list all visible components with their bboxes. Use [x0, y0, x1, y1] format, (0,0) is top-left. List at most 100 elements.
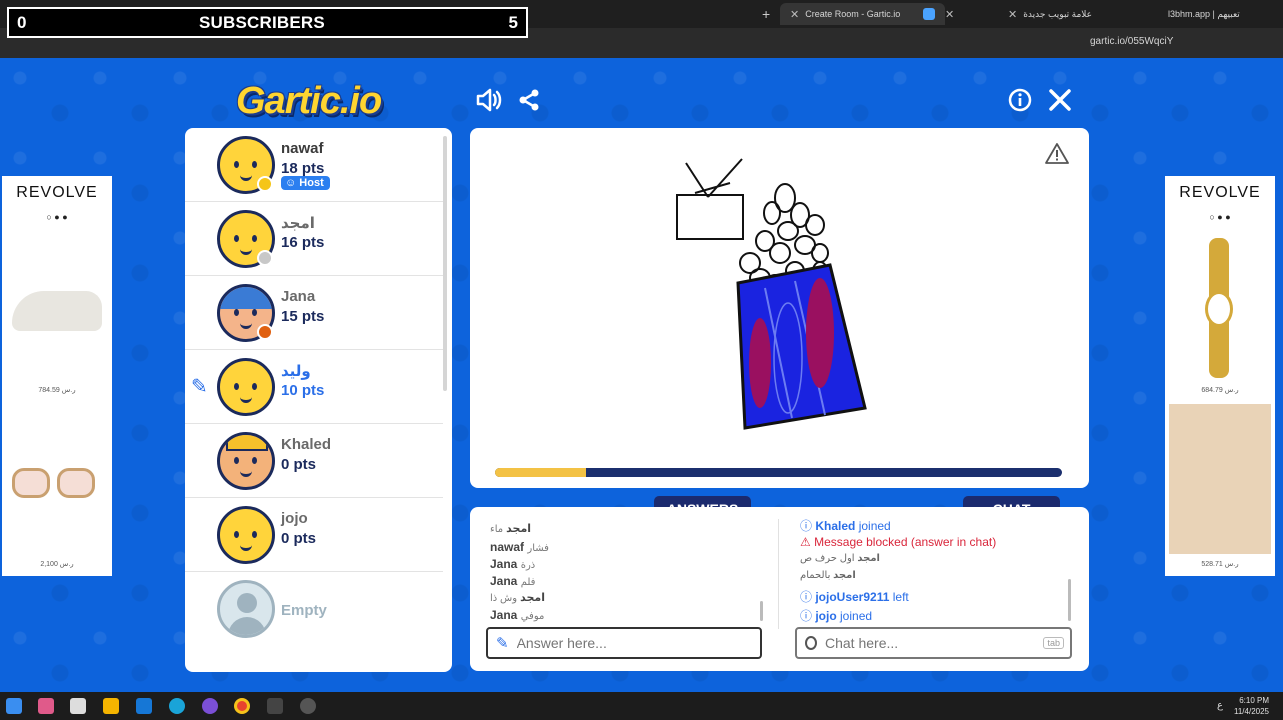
player-points: 0 pts	[281, 530, 317, 547]
edge-icon[interactable]	[169, 698, 185, 714]
app-icon[interactable]	[38, 698, 54, 714]
share-icon[interactable]	[515, 86, 543, 114]
tab-title: Create Room - Gartic.io	[805, 9, 901, 19]
tab-l3bhm[interactable]: l3bhm.app | تعبيهم	[1168, 4, 1278, 24]
player-row: Jana 15 pts	[185, 276, 443, 350]
ad-carousel-dots: ○ ● ●	[46, 212, 68, 222]
tab-close-extra[interactable]: ✕	[945, 4, 954, 24]
drawing-canvas[interactable]	[470, 128, 1089, 488]
ad-banner-right[interactable]: REVOLVE ○ ● ● 684.79 ر.س 528.71 ر.س	[1165, 176, 1275, 576]
chat-input[interactable]	[825, 635, 1044, 651]
player-points: 0 pts	[281, 456, 317, 473]
subscriber-count: 5	[508, 12, 518, 32]
clock-time: 6:10 PM	[1239, 696, 1269, 705]
gartic-favicon	[923, 8, 935, 20]
chat-user: امجد	[857, 553, 880, 564]
close-icon[interactable]: ✕	[790, 8, 799, 21]
file-explorer-icon[interactable]	[103, 698, 119, 714]
answer-user: Jana	[490, 574, 518, 588]
info-icon[interactable]	[1006, 86, 1034, 114]
ad-brand: REVOLVE	[1179, 184, 1261, 201]
close-icon[interactable]	[1046, 86, 1074, 114]
list-item: امجد ماء	[490, 522, 531, 535]
answer-field[interactable]: ✎	[486, 627, 762, 659]
input-language[interactable]: ع	[1217, 700, 1223, 711]
chat-scrollbar[interactable]	[1068, 579, 1071, 621]
player-row: nawaf 18 pts ☺ Host	[185, 128, 443, 202]
chat-user: امجد	[833, 570, 856, 581]
player-row: Khaled 0 pts	[185, 424, 443, 498]
status-dot	[257, 176, 273, 192]
players-scrollbar[interactable]	[443, 136, 447, 391]
chrome-icon[interactable]	[234, 698, 250, 714]
player-points: 18 pts	[281, 160, 325, 177]
app-icon[interactable]	[70, 698, 86, 714]
empty-avatar-icon	[217, 580, 275, 638]
answer-text: ماء	[490, 524, 504, 535]
avatar	[217, 358, 275, 416]
player-points: 15 pts	[281, 308, 325, 325]
subscriber-counter-overlay: 0 SUBSCRIBERS 5	[7, 7, 528, 38]
app-icon[interactable]	[267, 698, 283, 714]
list-item: امجد اول حرف ص	[800, 553, 880, 564]
close-icon[interactable]: ✕	[1008, 8, 1017, 21]
windows-start-icon[interactable]	[6, 698, 22, 714]
empty-slot: Empty	[185, 572, 443, 646]
answer-text: موفي	[520, 611, 545, 622]
player-name: nawaf	[281, 140, 324, 157]
gartic-logo: Gartic.io	[236, 80, 382, 122]
status-dot	[257, 250, 273, 266]
system-clock[interactable]: 6:10 PM 11/4/2025	[1234, 695, 1269, 717]
answer-user: nawaf	[490, 540, 525, 554]
ad-price: 684.79 ر.س	[1201, 387, 1239, 394]
chat-text: بالحمام	[800, 570, 831, 581]
ad-carousel-dots: ○ ● ●	[1209, 212, 1231, 222]
outlook-icon[interactable]	[136, 698, 152, 714]
panel-divider	[778, 519, 779, 629]
list-item: Jana ذرة	[490, 557, 535, 571]
chat-user: Khaled	[815, 519, 856, 533]
player-name: امجد	[281, 215, 315, 232]
round-timer-fill	[495, 468, 586, 477]
tab-new[interactable]: ✕ علامة تبويب جديدة	[1008, 4, 1118, 24]
chat-bubble-icon	[805, 636, 817, 650]
report-warning-icon[interactable]	[1045, 142, 1069, 164]
player-points: 10 pts	[281, 382, 325, 399]
player-name: jojo	[281, 510, 308, 527]
close-icon[interactable]: ✕	[945, 8, 954, 21]
player-row: امجد 16 pts	[185, 202, 443, 276]
list-item: nawaf فشار	[490, 540, 549, 554]
app-icon[interactable]	[202, 698, 218, 714]
answers-scrollbar[interactable]	[760, 601, 763, 621]
chat-text: joined	[858, 519, 891, 533]
warning-icon: ⚠	[800, 535, 811, 549]
address-bar[interactable]: gartic.io/055WqciY	[1090, 36, 1173, 47]
new-tab-button[interactable]: +	[762, 4, 770, 24]
ad-brand: REVOLVE	[16, 184, 98, 201]
clock-date: 11/4/2025	[1234, 707, 1269, 716]
chat-user: jojo	[815, 609, 837, 623]
pencil-icon: ✎	[191, 376, 208, 398]
windows-taskbar: 6:10 PM 11/4/2025 ع	[0, 692, 1283, 720]
round-timer-bar	[495, 468, 1062, 477]
chat-text: Message blocked (answer in chat)	[814, 535, 997, 549]
player-drawing	[676, 158, 867, 430]
speaker-icon[interactable]	[475, 86, 503, 114]
host-badge: ☺ Host	[281, 176, 330, 190]
player-name: Empty	[281, 602, 327, 619]
chat-text: joined	[840, 609, 873, 623]
status-dot	[257, 324, 273, 340]
answer-input[interactable]	[516, 635, 760, 651]
player-points: 16 pts	[281, 234, 325, 251]
tab-title: علامة تبويب جديدة	[1023, 8, 1093, 19]
ad-banner-left[interactable]: REVOLVE ○ ● ● 784.59 ر.س 2,100 ر.س	[2, 176, 112, 576]
chat-field[interactable]: tab	[795, 627, 1072, 659]
answer-text: وش ذا	[490, 593, 518, 604]
pencil-icon: ✎	[496, 635, 509, 652]
subscriber-start-count: 0	[17, 12, 27, 32]
app-icon[interactable]	[300, 698, 316, 714]
tab-shortcut-hint: tab	[1043, 637, 1064, 649]
tab-create-room[interactable]: ✕ Create Room - Gartic.io	[780, 3, 945, 25]
ad-price: 2,100 ر.س	[40, 561, 74, 568]
answer-text: فلم	[520, 577, 536, 588]
